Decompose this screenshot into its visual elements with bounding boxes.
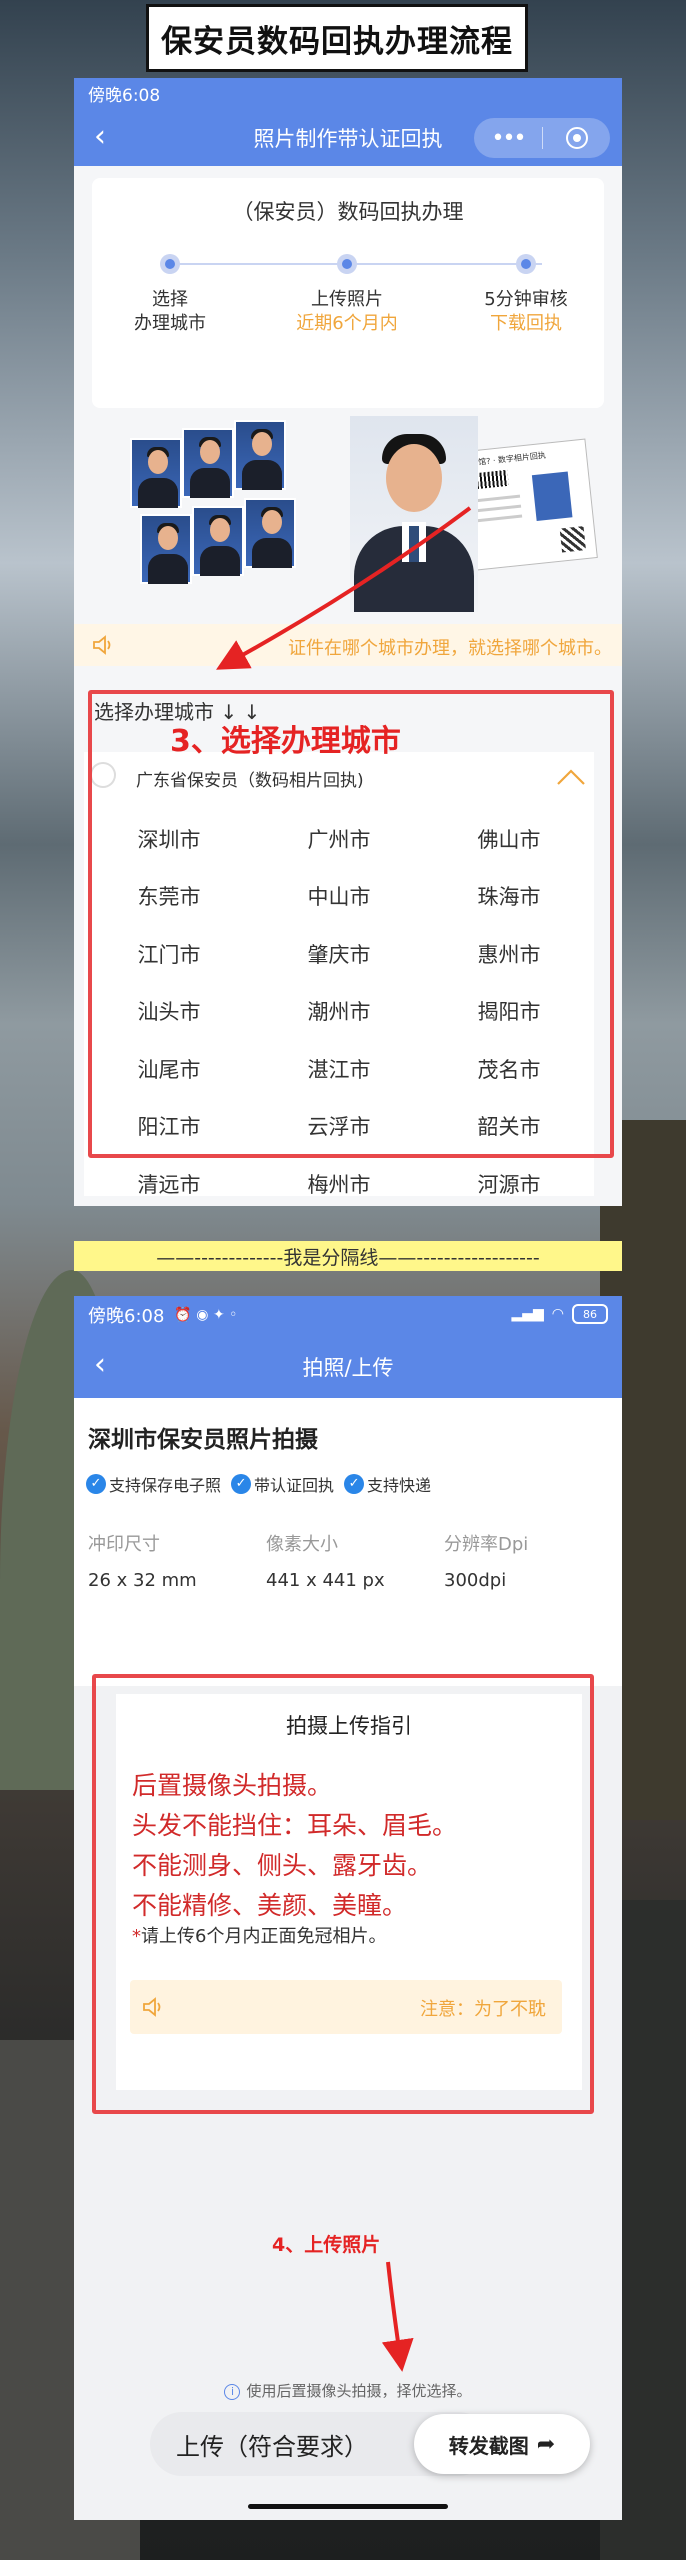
step4-annotation: 4、上传照片 (272, 2234, 381, 2256)
spec-value: 26 x 32 mm (88, 1570, 197, 1591)
step-2: 上传照片 近期6个月内 (272, 288, 422, 336)
home-indicator (248, 2504, 448, 2509)
guide-highlight-box (92, 1674, 594, 2114)
spec-pixel-size: 像素大小 441 x 441 px (266, 1530, 446, 1591)
check-icon: ✓ (344, 1474, 365, 1494)
spec-print-size: 冲印尺寸 26 x 32 mm (88, 1530, 268, 1591)
status-time: 傍晚6:08 (88, 1306, 165, 1327)
step-3: 5分钟审核 下载回执 (451, 288, 601, 336)
step-dot-icon (516, 254, 536, 274)
id-photo-thumbnail (234, 420, 286, 490)
nav-title: 拍照/上传 (302, 1356, 394, 1380)
id-photo-thumbnail (192, 506, 244, 576)
step3-annotation: 3、选择办理城市 (170, 724, 401, 759)
status-bar: 傍晚6:08 (74, 78, 622, 108)
city-item[interactable]: 河源市 (424, 1169, 594, 1199)
spec-key: 冲印尺寸 (88, 1534, 160, 1555)
feature-tag-label: 支持保存电子照 (109, 1476, 222, 1495)
step-connector (170, 263, 356, 265)
notice-bar: 证件在哪个城市办理，就选择哪个城市。 (74, 624, 622, 666)
mini-program-capsule: ••• (474, 118, 610, 158)
speaker-icon (93, 635, 111, 655)
step-connector (356, 263, 542, 265)
spec-value: 441 x 441 px (266, 1570, 385, 1591)
step-1: 选择 办理城市 (95, 288, 245, 336)
bottom-tip: i 使用后置摄像头拍摄，择优选择。 (74, 2380, 622, 2401)
bottom-tip-text: 使用后置摄像头拍摄，择优选择。 (246, 2382, 472, 2400)
page-title: 保安员数码回执办理流程 (161, 23, 513, 60)
check-icon: ✓ (86, 1474, 106, 1494)
status-bar: 傍晚6:08 ⏰ ◉ ✦ ◦ ▂▄▆ ◠ 86 (74, 1296, 622, 1334)
more-icon[interactable]: ••• (474, 126, 542, 151)
spec-title: 深圳市保安员照片拍摄 (88, 1427, 318, 1453)
id-photo-thumbnail (182, 428, 234, 498)
step-2-line1: 上传照片 (311, 289, 383, 310)
spec-dpi: 分辨率Dpi 300dpi (444, 1530, 622, 1591)
id-photo-thumbnail (140, 514, 192, 584)
qr-code-icon (559, 526, 586, 553)
separator-banner: ——-------------我是分隔线——------------------ (74, 1241, 622, 1271)
share-icon: ➦ (536, 2431, 556, 2457)
spec-key: 像素大小 (266, 1534, 338, 1555)
photo-spec-card: 深圳市保安员照片拍摄 ✓ 支持保存电子照 ✓ 带认证回执 ✓ 支持快递 冲印尺寸 26… (74, 1398, 622, 1686)
feature-tag-label: 支持快递 (367, 1476, 432, 1495)
spec-value: 300dpi (444, 1570, 507, 1591)
step-2-line2: 近期6个月内 (296, 313, 398, 334)
signal-icon: ▂▄▆ (511, 1306, 544, 1322)
feature-tags: ✓ 支持保存电子照 ✓ 带认证回执 ✓ 支持快递 (86, 1472, 431, 1496)
id-photo-thumbnail (244, 498, 296, 568)
status-icons: ⏰ ◉ ✦ ◦ (174, 1307, 238, 1323)
feature-tag: ✓ 支持快递 (344, 1472, 431, 1496)
page-title-box: 保安员数码回执办理流程 (146, 4, 528, 72)
battery-icon: 86 (572, 1304, 608, 1324)
city-item[interactable]: 梅州市 (254, 1169, 424, 1199)
step-1-line1: 选择 (152, 289, 188, 310)
step-3-line1: 5分钟审核 (484, 289, 568, 310)
step-3-line2: 下载回执 (490, 313, 562, 334)
feature-tag: ✓ 支持保存电子照 (86, 1472, 221, 1496)
feature-tag: ✓ 带认证回执 (231, 1472, 334, 1496)
close-icon[interactable] (543, 127, 610, 149)
city-item[interactable]: 清远市 (84, 1169, 254, 1199)
nav-bar: ‹ 照片制作带认证回执 ••• (74, 108, 622, 166)
steps-card: （保安员）数码回执办理 选择 办理城市 上传照片 近期6个月内 5分钟审核 下载… (92, 178, 604, 408)
check-icon: ✓ (231, 1474, 252, 1494)
share-button-label: 转发截图 (448, 2433, 529, 2458)
status-time: 傍晚6:08 (88, 85, 161, 106)
spec-key: 分辨率Dpi (444, 1534, 529, 1555)
status-right: ▂▄▆ ◠ 86 (511, 1304, 608, 1324)
wifi-icon: ◠ (551, 1306, 564, 1322)
city-row: 清远市 梅州市 河源市 (84, 1155, 594, 1206)
step-1-line2: 办理城市 (134, 313, 206, 334)
upload-button-label: 上传（符合要求） (176, 2432, 368, 2461)
portrait-photo (350, 416, 478, 612)
step-dot-icon (337, 254, 357, 274)
share-screenshot-button[interactable]: 转发截图 ➦ (414, 2414, 590, 2474)
step-dot-icon (160, 254, 180, 274)
id-photo-thumbnail (130, 438, 182, 508)
sample-photo-illustration: 回映照相馆? · 数字相片回执 (130, 416, 600, 616)
city-highlight-box (88, 690, 614, 1158)
info-icon: i (224, 2384, 241, 2400)
feature-tag-label: 带认证回执 (254, 1476, 335, 1495)
notice-text: 证件在哪个城市办理，就选择哪个城市。 (288, 638, 612, 659)
nav-bar: ‹ 拍照/上传 (74, 1334, 622, 1398)
steps-title: （保安员）数码回执办理 (232, 200, 464, 224)
receipt-photo (531, 471, 573, 522)
